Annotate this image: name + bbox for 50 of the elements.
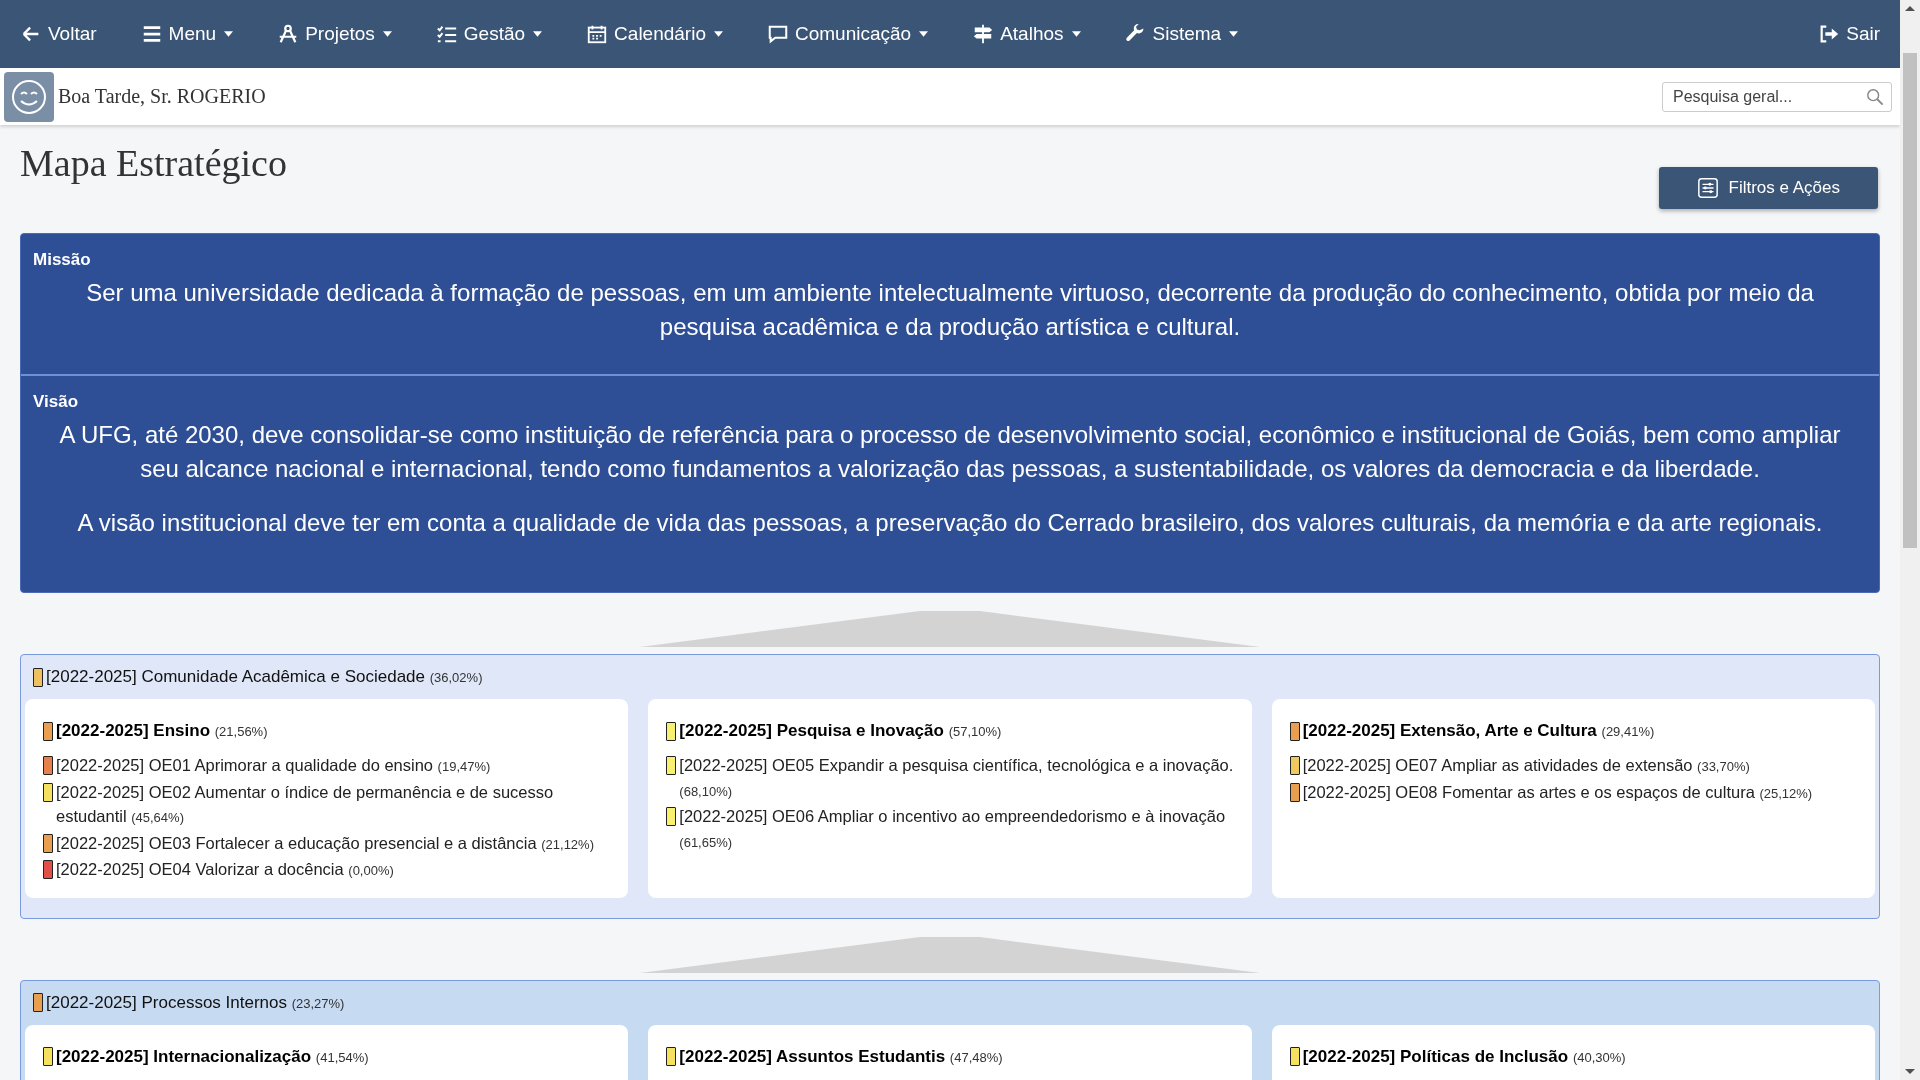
objective-text[interactable]: [2022-2025] OE08 Fomentar as artes e os espaços de cultura (25,12%) <box>1302 779 1813 806</box>
page-title: Mapa Estratégico <box>20 141 287 185</box>
objective-text[interactable]: [2022-2025] OE01 Aprimorar a qualidade do ensino (19,47%) <box>56 753 491 780</box>
caret-icon <box>224 31 234 37</box>
greeting-text: Boa Tarde, Sr. ROGERIO <box>58 85 266 108</box>
statement-text: A visão institucional deve ter em conta a qualidade de vida das pessoas, a preservação do Cerrado brasileiro, dos valores culturais, da memória e da arte regionais. <box>76 508 1824 538</box>
caret-icon <box>382 31 392 37</box>
checklist-icon <box>435 23 458 45</box>
scrollbar[interactable] <box>1900 0 1920 1080</box>
exit-link[interactable]: Sair <box>1818 23 1880 45</box>
search-field[interactable]: Pesquisa geral... <box>1662 81 1892 112</box>
caret-icon <box>1071 31 1081 37</box>
nav-menu[interactable]: Comunicação <box>767 23 929 45</box>
section-heading: Visão <box>33 392 80 412</box>
caret-icon <box>1229 31 1239 37</box>
sign-out-icon <box>1818 23 1841 45</box>
theme-title[interactable]: [2022-2025] Assuntos Estudantis (47,48%) <box>679 1046 1003 1067</box>
section-heading: Missão <box>33 250 92 270</box>
avatar-icon <box>4 71 54 122</box>
nav-menu[interactable]: Sistema <box>1124 23 1239 45</box>
nav-menu[interactable]: Menu <box>140 23 234 45</box>
caret-icon <box>533 31 543 37</box>
back-link[interactable]: Voltar <box>20 23 97 45</box>
filters-button[interactable]: Filtros e Ações <box>1658 167 1878 209</box>
signpost-icon <box>972 23 995 45</box>
caret-icon <box>919 31 929 37</box>
nav-menu[interactable]: Atalhos <box>972 23 1081 45</box>
theme-title[interactable]: [2022-2025] Políticas de Inclusão (40,30%) <box>1302 1046 1626 1067</box>
theme-title[interactable]: [2022-2025] Extensão, Arte e Cultura (29,41%) <box>1302 721 1655 741</box>
objective-text[interactable]: [2022-2025] OE02 Aumentar o índice de permanência e de sucesso estudantil (45,64%) <box>56 779 611 831</box>
search-icon <box>1866 87 1884 106</box>
objective-text[interactable]: [2022-2025] OE03 Fortalecer a educação presencial e a distância (21,12%) <box>56 830 594 857</box>
theme-title[interactable]: [2022-2025] Pesquisa e Inovação (57,10%) <box>679 721 1002 741</box>
objective-text[interactable]: [2022-2025] OE04 Valorizar a docência (0,00%) <box>56 857 394 884</box>
theme-title[interactable]: [2022-2025] Ensino (21,56%) <box>56 721 268 741</box>
speech-bubble-icon <box>767 23 789 45</box>
sliders-icon <box>1696 177 1719 199</box>
nav-menu[interactable]: Gestão <box>435 23 543 45</box>
statement-text: A UFG, até 2030, deve consolidar-se como instituição de referência para o processo de desenvolvimento social, econômico e institucional de Goiás, bem como ampliar seu alcance nacional e internacional, tendo como fundamentos a valorização das pessoas, a sustentabilidade, os valores da democracia e da liberdade. <box>58 420 1842 484</box>
statement-text: Ser uma universidade dedicada à formação de pessoas, em um ambiente intelectualmente virtuoso, decorrente da produção do conhecimento, obtida por meio da pesquisa acadêmica e da produção artística e cultural. <box>85 278 1815 342</box>
objective-text[interactable]: [2022-2025] OE07 Ampliar as atividades de extensão (33,70%) <box>1302 753 1750 780</box>
objective-text[interactable]: [2022-2025] OE06 Ampliar o incentivo ao empreendedorismo e à inovação (61,65%) <box>679 804 1234 855</box>
nav-menu[interactable]: Projetos <box>277 23 392 45</box>
calendar-icon <box>586 23 609 45</box>
theme-title[interactable]: [2022-2025] Internacionalização (41,54%) <box>56 1046 369 1067</box>
perspective-title[interactable]: [2022-2025] Processos Internos (23,27%) <box>46 992 345 1013</box>
perspective-title[interactable]: [2022-2025] Comunidade Acadêmica e Sociedade (36,02%) <box>46 667 483 687</box>
nav-menu[interactable]: Calendário <box>586 23 723 45</box>
objective-text[interactable]: [2022-2025] OE05 Expandir a pesquisa científica, tecnológica e a inovação. (68,10%) <box>679 753 1234 804</box>
caret-icon <box>714 31 723 37</box>
